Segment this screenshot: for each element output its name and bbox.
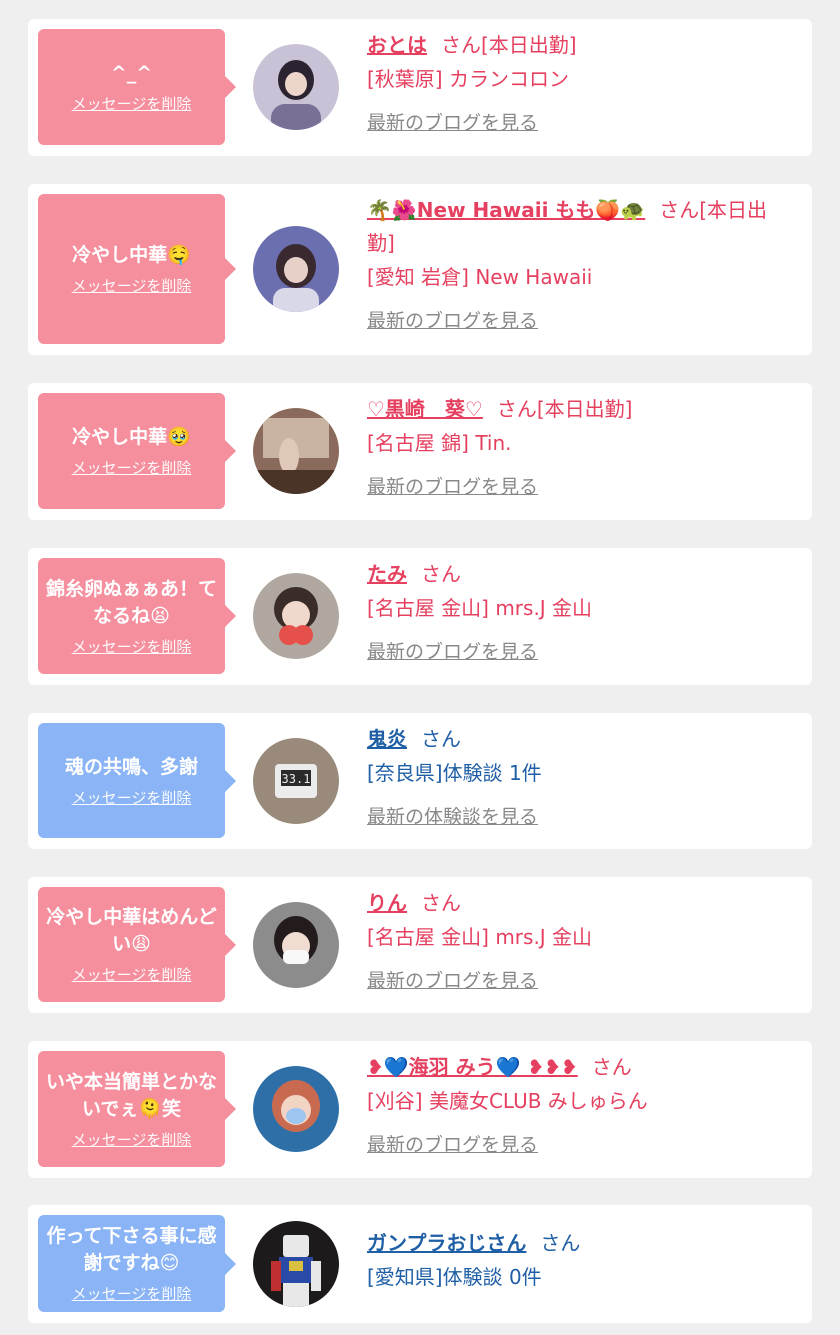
avatar[interactable]: 33.1	[253, 738, 339, 824]
message-bubble: 冷やし中華🥹 メッセージを削除	[38, 393, 236, 509]
profile-info: ❥💙海羽 みう💙 ❥❥❥ さん [刈谷] 美魔女CLUB みしゅらん 最新のブログ…	[367, 1051, 790, 1157]
name-line: りん さん	[367, 887, 790, 920]
profile-name-link[interactable]: ♡黒崎 葵♡	[367, 397, 483, 421]
location-text: [名古屋 金山] mrs.J 金山	[367, 925, 593, 949]
message-bubble: いや本当簡単とかないでぇ🫠笑 メッセージを削除	[38, 1051, 236, 1167]
name-suffix: さん	[421, 891, 461, 915]
profile-info: ガンプラおじさん さん [愛知県]体験談 0件	[367, 1227, 790, 1292]
message-bubble: 作って下さる事に感謝ですね😊 メッセージを削除	[38, 1215, 236, 1312]
latest-blog-link[interactable]: 最新のブログを見る	[367, 966, 538, 993]
message-text: 錦糸卵ぬぁぁあ！てなるね😫	[46, 577, 218, 627]
avatar[interactable]	[253, 902, 339, 988]
avatar[interactable]	[253, 226, 339, 312]
name-line: おとは さん[本日出勤]	[367, 29, 790, 62]
location-text: [名古屋 錦] Tin.	[367, 431, 512, 455]
avatar[interactable]	[253, 1066, 339, 1152]
profile-name-link[interactable]: ❥💙海羽 みう💙 ❥❥❥	[367, 1055, 578, 1079]
profile-info: おとは さん[本日出勤] [秋葉原] カランコロン 最新のブログを見る	[367, 29, 790, 135]
message-bubble: 魂の共鳴、多謝 メッセージを削除	[38, 723, 236, 838]
location-text: [奈良県]体験談 1件	[367, 761, 542, 785]
location-text: [刈谷] 美魔女CLUB みしゅらん	[367, 1089, 648, 1113]
profile-info: たみ さん [名古屋 金山] mrs.J 金山 最新のブログを見る	[367, 558, 790, 664]
name-line: ガンプラおじさん さん	[367, 1227, 790, 1260]
location-text: [名古屋 金山] mrs.J 金山	[367, 596, 593, 620]
message-card: 魂の共鳴、多謝 メッセージを削除 33.1 鬼炎 さん [奈良県]体験談 1件 最…	[28, 713, 812, 849]
avatar[interactable]	[253, 408, 339, 494]
message-bubble: 冷やし中華はめんどい😩 メッセージを削除	[38, 887, 236, 1002]
name-suffix: さん	[591, 1055, 632, 1079]
profile-info: 🌴🌺New Hawaii もも🍑🐢 さん[本日出勤] [愛知 岩倉] New Ha…	[367, 194, 790, 333]
latest-blog-link[interactable]: 最新のブログを見る	[367, 637, 538, 664]
profile-name-link[interactable]: おとは	[367, 33, 427, 57]
latest-blog-link[interactable]: 最新のブログを見る	[367, 306, 538, 333]
avatar[interactable]	[253, 573, 339, 659]
avatar[interactable]	[253, 1221, 339, 1307]
name-suffix: さん	[421, 562, 461, 586]
name-line: 鬼炎 さん	[367, 723, 790, 756]
name-line: たみ さん	[367, 558, 790, 591]
profile-name-link[interactable]: 🌴🌺New Hawaii もも🍑🐢	[367, 198, 645, 222]
message-text: 魂の共鳴、多謝	[64, 755, 198, 778]
name-line: ❥💙海羽 みう💙 ❥❥❥ さん	[367, 1051, 790, 1084]
message-card: ^_^ メッセージを削除 おとは さん[本日出勤] [秋葉原] カランコロン 最新…	[28, 19, 812, 156]
name-line: ♡黒崎 葵♡ さん[本日出勤]	[367, 393, 790, 426]
name-suffix: さん[本日出勤]	[441, 33, 577, 57]
svg-text:33.1: 33.1	[282, 772, 311, 786]
delete-message-link[interactable]: メッセージを削除	[72, 93, 192, 114]
latest-blog-link[interactable]: 最新のブログを見る	[367, 1130, 538, 1157]
delete-message-link[interactable]: メッセージを削除	[72, 1283, 192, 1304]
delete-message-link[interactable]: メッセージを削除	[72, 275, 192, 296]
profile-name-link[interactable]: 鬼炎	[367, 727, 407, 751]
message-card: 錦糸卵ぬぁぁあ！てなるね😫 メッセージを削除 たみ さん [名古屋 金山] mrs…	[28, 548, 812, 685]
name-suffix: さん[本日出勤]	[496, 397, 633, 421]
delete-message-link[interactable]: メッセージを削除	[72, 1129, 192, 1150]
message-card: いや本当簡単とかないでぇ🫠笑 メッセージを削除 ❥💙海羽 みう💙 ❥❥❥ さん […	[28, 1041, 812, 1178]
profile-name-link[interactable]: りん	[367, 891, 407, 915]
location-text: [愛知県]体験談 0件	[367, 1265, 542, 1289]
profile-info: ♡黒崎 葵♡ さん[本日出勤] [名古屋 錦] Tin. 最新のブログを見る	[367, 393, 790, 499]
profile-info: 鬼炎 さん [奈良県]体験談 1件 最新の体験談を見る	[367, 723, 790, 829]
name-suffix: さん	[421, 727, 461, 751]
message-card: 作って下さる事に感謝ですね😊 メッセージを削除 ガンプラおじさん さん [愛知県]…	[28, 1205, 812, 1323]
message-text: 冷やし中華はめんどい😩	[46, 906, 217, 955]
profile-name-link[interactable]: たみ	[367, 562, 407, 586]
message-text: 作って下さる事に感謝ですね😊	[46, 1225, 217, 1274]
message-bubble: 錦糸卵ぬぁぁあ！てなるね😫 メッセージを削除	[38, 558, 236, 674]
delete-message-link[interactable]: メッセージを削除	[72, 964, 192, 985]
message-text: いや本当簡単とかないでぇ🫠笑	[46, 1070, 218, 1120]
latest-blog-link[interactable]: 最新のブログを見る	[367, 108, 538, 135]
message-bubble: 冷やし中華🤤 メッセージを削除	[38, 194, 236, 344]
profile-name-link[interactable]: ガンプラおじさん	[367, 1231, 526, 1255]
delete-message-link[interactable]: メッセージを削除	[72, 457, 192, 478]
avatar[interactable]	[253, 44, 339, 130]
message-card: 冷やし中華🤤 メッセージを削除 🌴🌺New Hawaii もも🍑🐢 さん[本日出勤…	[28, 184, 812, 355]
name-line: 🌴🌺New Hawaii もも🍑🐢 さん[本日出勤]	[367, 194, 790, 260]
location-text: [秋葉原] カランコロン	[367, 67, 569, 91]
latest-review-link[interactable]: 最新の体験談を見る	[367, 802, 538, 829]
message-card: 冷やし中華はめんどい😩 メッセージを削除 りん さん [名古屋 金山] mrs.J…	[28, 877, 812, 1013]
location-text: [愛知 岩倉] New Hawaii	[367, 265, 593, 289]
name-suffix: さん	[540, 1231, 581, 1255]
message-text: 冷やし中華🥹	[72, 426, 191, 448]
delete-message-link[interactable]: メッセージを削除	[72, 787, 192, 808]
delete-message-link[interactable]: メッセージを削除	[72, 636, 192, 657]
message-text: ^_^	[110, 62, 153, 84]
message-text: 冷やし中華🤤	[72, 244, 191, 266]
message-card: 冷やし中華🥹 メッセージを削除 ♡黒崎 葵♡ さん[本日出勤] [名古屋 錦] T…	[28, 383, 812, 520]
message-bubble: ^_^ メッセージを削除	[38, 29, 236, 145]
profile-info: りん さん [名古屋 金山] mrs.J 金山 最新のブログを見る	[367, 887, 790, 993]
latest-blog-link[interactable]: 最新のブログを見る	[367, 472, 538, 499]
